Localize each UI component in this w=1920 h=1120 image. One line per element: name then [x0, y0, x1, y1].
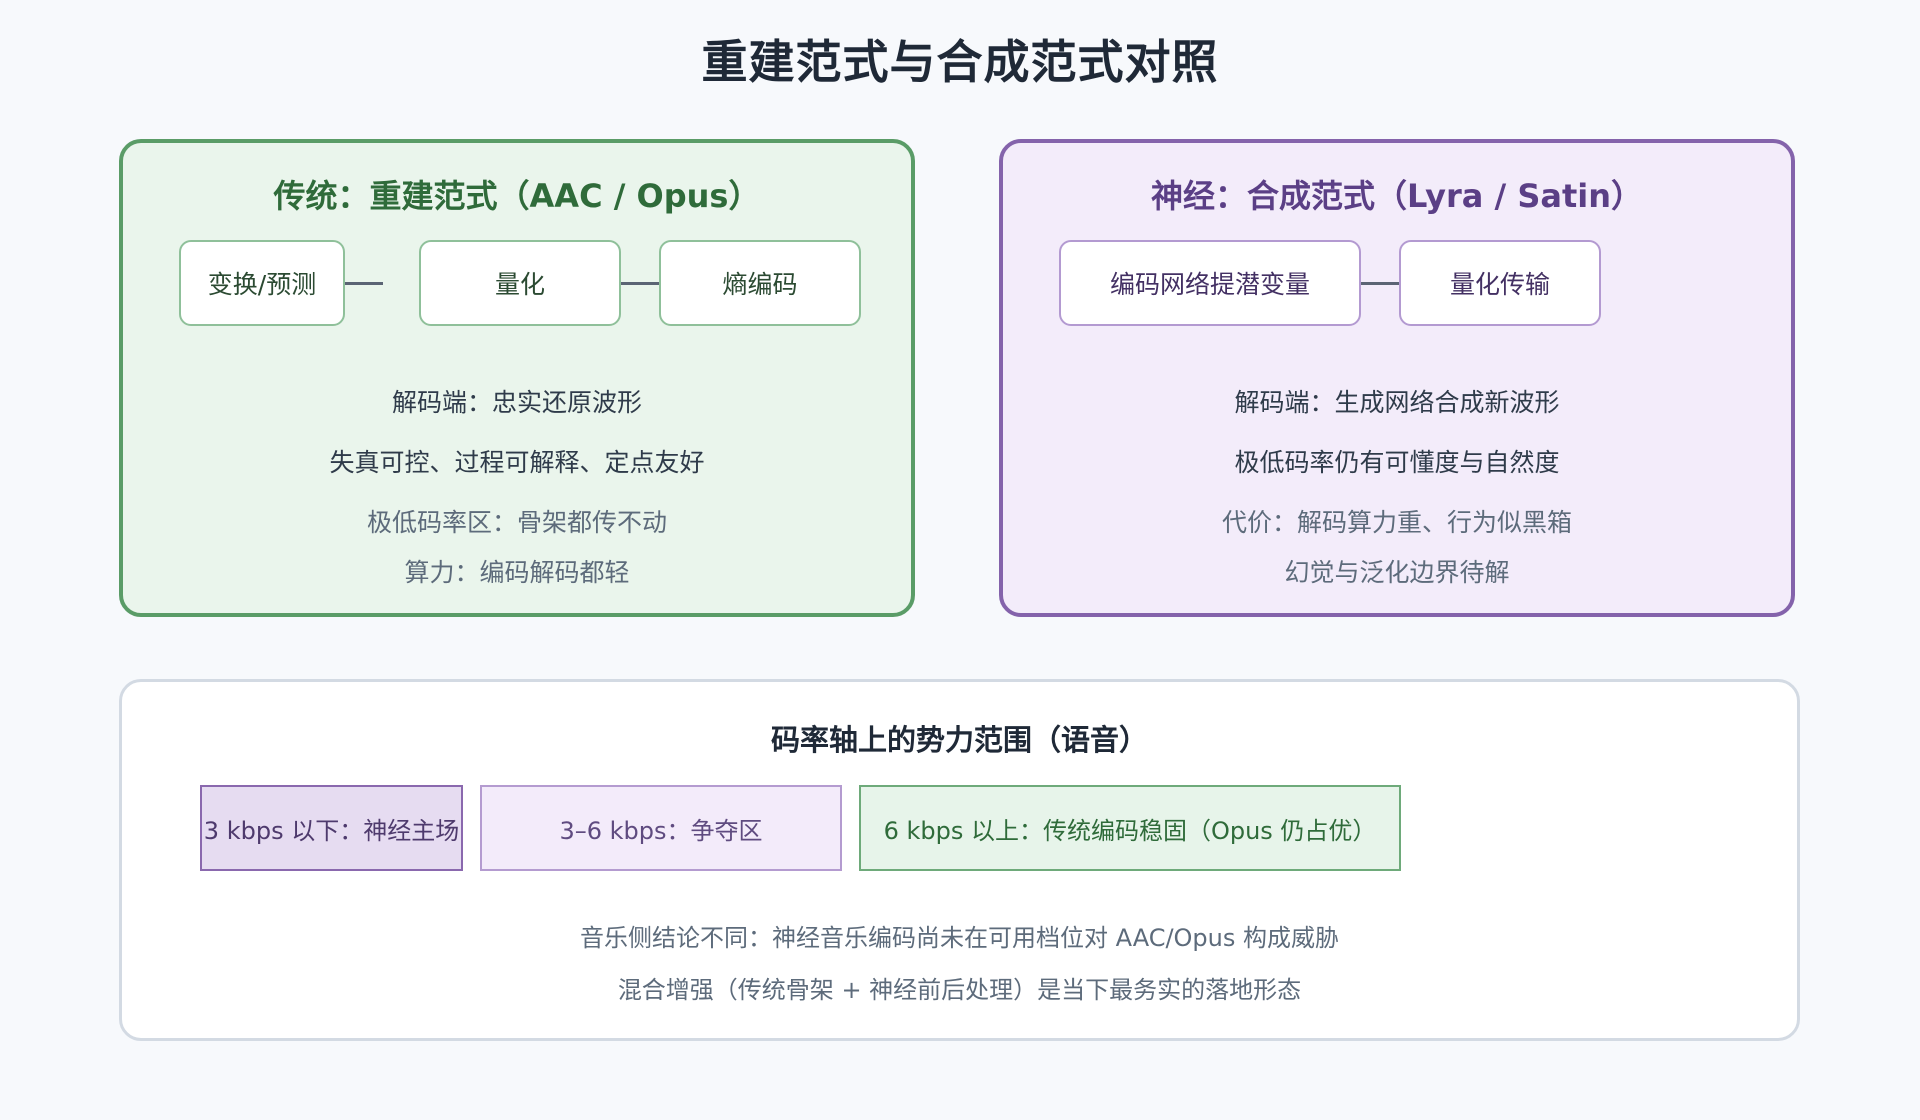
traditional-note-decoder: 解码端：忠实还原波形 [391, 388, 642, 417]
neural-panel-title: 神经：合成范式（Lyra / Satin） [1150, 177, 1644, 215]
connector [1361, 282, 1399, 285]
neural-panel: 神经：合成范式（Lyra / Satin） 编码网络提潜变量 量化传输 解码端：… [999, 139, 1795, 617]
traditional-note-low-bitrate: 极低码率区：骨架都传不动 [366, 508, 667, 537]
band-contested: 3–6 kbps：争夺区 [480, 785, 842, 871]
band-traditional-domain: 6 kbps 以上：传统编码稳固（Opus 仍占优） [859, 785, 1401, 871]
traditional-panel-title: 传统：重建范式（AAC / Opus） [273, 177, 761, 215]
neural-note-cost: 代价：解码算力重、行为似黑箱 [1221, 508, 1572, 537]
connector [345, 282, 383, 285]
traditional-note-advantages: 失真可控、过程可解释、定点友好 [329, 448, 705, 477]
band-neural-domain: 3 kbps 以下：神经主场 [200, 785, 463, 871]
step-encoder-latent: 编码网络提潜变量 [1059, 240, 1361, 326]
step-entropy-coding: 熵编码 [659, 240, 861, 326]
step-quantize-transmit: 量化传输 [1399, 240, 1601, 326]
step-quantize: 量化 [419, 240, 621, 326]
neural-note-decoder: 解码端：生成网络合成新波形 [1234, 388, 1560, 417]
page-title: 重建范式与合成范式对照 [701, 35, 1219, 89]
neural-note-advantages: 极低码率仍有可懂度与自然度 [1234, 448, 1560, 477]
bitrate-range-panel: 码率轴上的势力范围（语音） 3 kbps 以下：神经主场 3–6 kbps：争夺… [119, 679, 1800, 1041]
neural-note-open-issues: 幻觉与泛化边界待解 [1284, 558, 1510, 587]
step-transform-predict: 变换/预测 [179, 240, 345, 326]
bitrate-range-title: 码率轴上的势力范围（语音） [770, 723, 1148, 757]
music-note: 音乐侧结论不同：神经音乐编码尚未在可用档位对 AAC/Opus 构成威胁 [579, 924, 1340, 952]
hybrid-note: 混合增强（传统骨架 + 神经前后处理）是当下最务实的落地形态 [617, 976, 1302, 1004]
traditional-note-compute: 算力：编码解码都轻 [404, 558, 630, 587]
connector [621, 282, 659, 285]
traditional-panel: 传统：重建范式（AAC / Opus） 变换/预测 量化 熵编码 解码端：忠实还… [119, 139, 915, 617]
